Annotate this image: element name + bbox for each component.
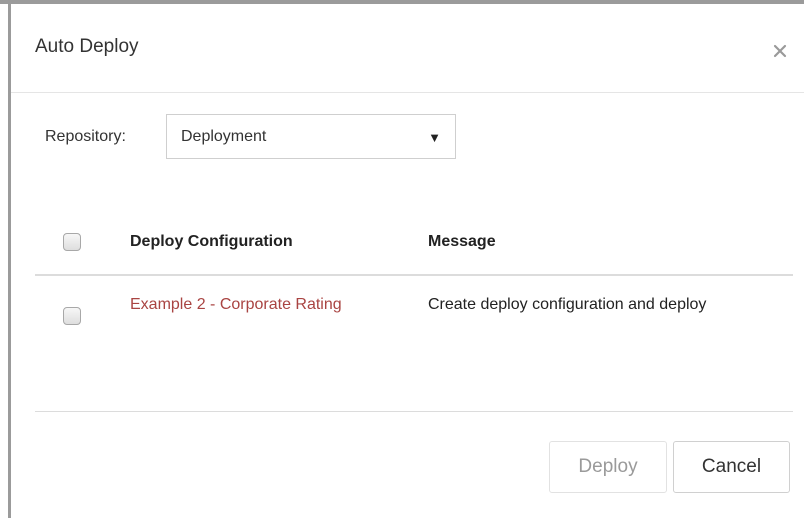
repository-selected-value: Deployment	[181, 128, 267, 145]
row-checkbox[interactable]	[63, 307, 81, 325]
column-header-message: Message	[428, 233, 496, 250]
repository-label: Repository:	[45, 128, 126, 145]
deploy-button[interactable]: Deploy	[549, 441, 667, 493]
row-message: Create deploy configuration and deploy	[428, 296, 707, 313]
dialog-title: Auto Deploy	[35, 36, 139, 57]
cancel-button[interactable]: Cancel	[673, 441, 790, 493]
table-header-divider	[35, 274, 793, 276]
select-all-checkbox[interactable]	[63, 233, 81, 251]
footer-divider	[35, 411, 793, 412]
close-icon[interactable]	[769, 40, 791, 62]
dialog-header: Auto Deploy	[11, 4, 804, 93]
column-header-deploy-configuration: Deploy Configuration	[130, 233, 293, 250]
repository-select[interactable]: Deployment ▼	[166, 114, 456, 159]
caret-down-icon: ▼	[428, 130, 441, 145]
deploy-configuration-link[interactable]: Example 2 - Corporate Rating	[130, 292, 380, 318]
